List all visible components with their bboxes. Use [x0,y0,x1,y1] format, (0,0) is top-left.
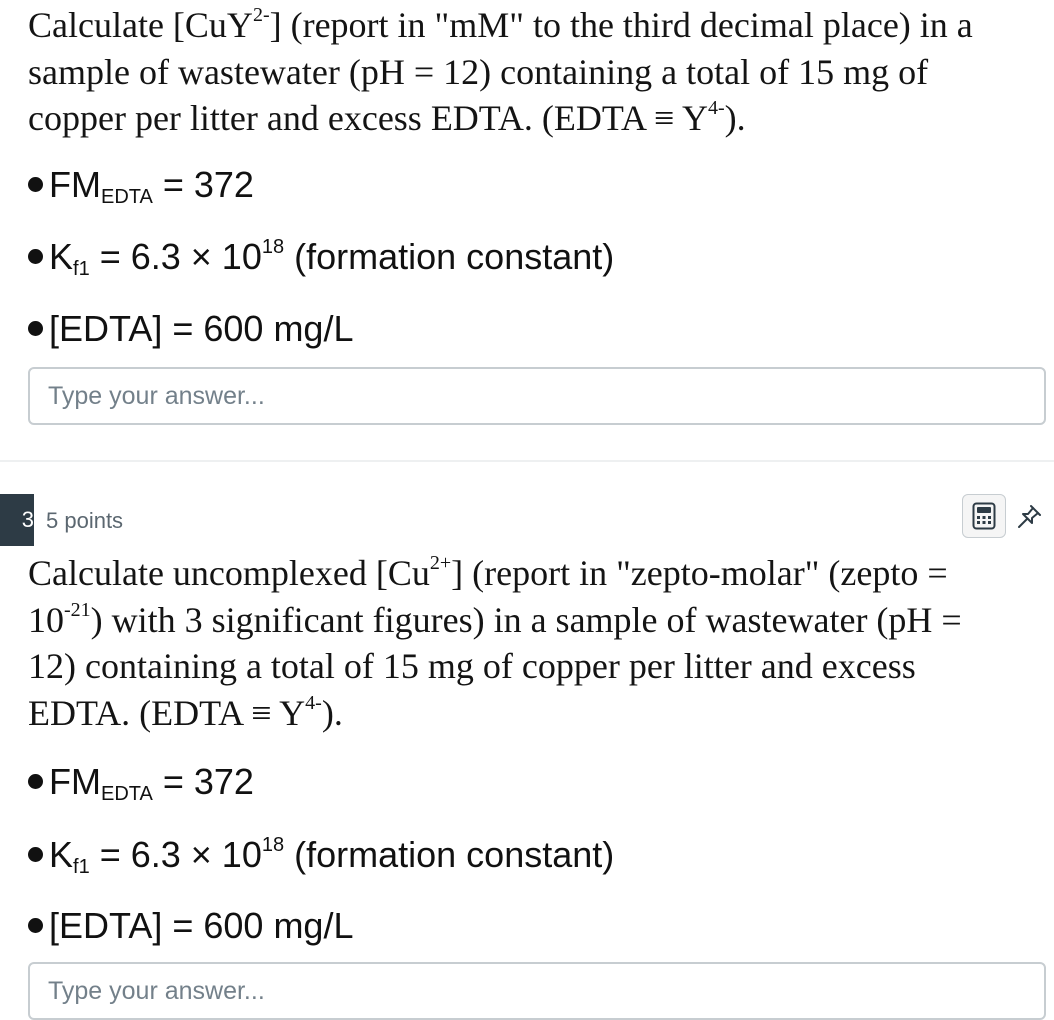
bullet-dot [28,774,43,789]
question-1-bullet-edta: [EDTA] = 600 mg/L [28,309,353,349]
bullet-dot [28,321,43,336]
question-1-answer-input[interactable] [28,367,1046,425]
bullet-dot [28,918,43,933]
question-divider [0,460,1054,462]
question-1-bullet-kf: Kf1 = 6.3 × 1018 (formation constant) [28,237,614,279]
question-2-line-2: 10-21) with 3 significant figures) in a … [28,598,962,640]
question-1-text: Calculate [CuY2-] (report in "mM" to the… [28,2,1050,142]
bullet-dot [28,177,43,192]
pin-icon [1018,505,1041,528]
pin-button[interactable] [1012,500,1046,534]
question-2-bullet-fm: FMEDTA = 372 [28,762,254,804]
question-number-badge: 3 [0,494,34,546]
question-1-bullet-fm: FMEDTA = 372 [28,165,254,207]
question-2-answer-input[interactable] [28,962,1046,1020]
calculator-button[interactable] [962,494,1006,538]
question-2-line-4: EDTA. (EDTA ≡ Y4-). [28,691,343,733]
question-1-line-1: Calculate [CuY2-] (report in "mM" to the… [28,4,973,45]
calculator-icon [972,502,996,530]
question-2-text: Calculate uncomplexed [Cu2+] (report in … [28,550,1050,736]
question-2-line-1: Calculate uncomplexed [Cu2+] (report in … [28,552,948,593]
question-2-line-3: 12) containing a total of 15 mg of coppe… [28,646,916,686]
bullet-dot [28,249,43,264]
question-2-bullet-kf: Kf1 = 6.3 × 1018 (formation constant) [28,835,614,877]
bullet-dot [28,847,43,862]
question-1-line-3: copper per litter and excess EDTA. (EDTA… [28,97,746,138]
question-2-bullet-edta: [EDTA] = 600 mg/L [28,906,353,946]
question-1-line-2: sample of wastewater (pH = 12) containin… [28,51,929,92]
question-points: 5 points [46,508,124,533]
